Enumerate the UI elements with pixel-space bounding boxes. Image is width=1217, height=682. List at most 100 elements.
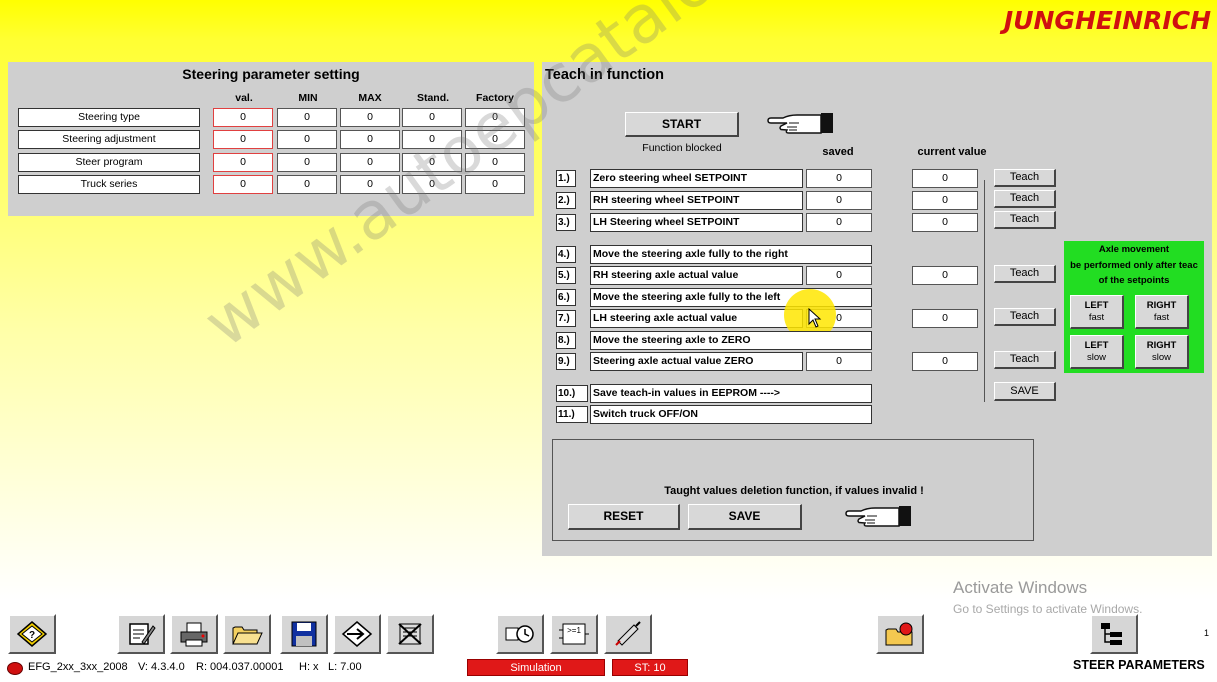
step-number: 7.)	[556, 310, 576, 327]
saved-value: 0	[806, 169, 872, 188]
deletion-box: Taught values deletion function, if valu…	[552, 439, 1034, 541]
save-button[interactable]: SAVE	[688, 504, 802, 530]
truck-series-factory: 0	[465, 175, 525, 194]
print-button[interactable]	[170, 614, 218, 654]
step-number: 6.)	[556, 289, 576, 306]
row-label-truck-series: Truck series	[18, 175, 200, 194]
status-h: H: x	[299, 661, 319, 673]
steer-program-factory: 0	[465, 153, 525, 172]
teach-button[interactable]: Teach	[994, 190, 1056, 208]
teach-panel-title: Teach in function	[545, 67, 664, 83]
col-header-max: MAX	[358, 92, 382, 104]
teach-button[interactable]: Teach	[994, 211, 1056, 229]
clock-button[interactable]	[496, 614, 544, 654]
step-text: RH steering axle actual value	[590, 266, 803, 285]
navigate-icon	[341, 621, 373, 647]
simulation-badge: Simulation	[467, 659, 605, 676]
folder-error-button[interactable]	[876, 614, 924, 654]
steer-program-min: 0	[277, 153, 337, 172]
left-fast-label: LEFT	[1084, 300, 1109, 311]
right-slow-label: RIGHT	[1146, 340, 1177, 351]
step-text: RH steering wheel SETPOINT	[590, 191, 803, 210]
reset-button[interactable]: RESET	[568, 504, 680, 530]
teach-button[interactable]: Teach	[994, 308, 1056, 326]
deletion-text: Taught values deletion function, if valu…	[664, 485, 924, 497]
step-number: 4.)	[556, 246, 576, 263]
steering-parameter-panel: Steering parameter setting val. MIN MAX …	[8, 62, 534, 216]
col-header-min: MIN	[298, 92, 318, 104]
save-eeprom-button[interactable]: SAVE	[994, 382, 1056, 401]
status-version: V: 4.3.4.0	[138, 661, 185, 673]
step-number: 2.)	[556, 192, 576, 209]
axle-note-line2: be performed only after teac	[1070, 260, 1198, 271]
delete-button[interactable]	[386, 614, 434, 654]
steering-adjustment-min: 0	[277, 130, 337, 149]
step-number: 3.)	[556, 214, 576, 231]
step-number: 1.)	[556, 170, 576, 187]
steering-adjustment-factory: 0	[465, 130, 525, 149]
probe-icon	[615, 621, 641, 646]
status-revision: R: 004.037.00001	[196, 661, 284, 673]
function-status-text: Function blocked	[642, 142, 722, 154]
right-slow-sub: slow	[1151, 352, 1171, 363]
right-fast-button[interactable]: RIGHT fast	[1135, 295, 1189, 329]
truck-series-val[interactable]: 0	[213, 175, 273, 194]
steering-type-val[interactable]: 0	[213, 108, 273, 127]
start-button[interactable]: START	[625, 112, 739, 137]
svg-text:?: ?	[29, 630, 35, 641]
steering-type-factory: 0	[465, 108, 525, 127]
step-number: 8.)	[556, 332, 576, 349]
pointing-hand-icon	[845, 502, 913, 530]
truck-series-stand: 0	[402, 175, 462, 194]
current-value: 0	[912, 169, 978, 188]
step-text: LH steering axle actual value	[590, 309, 803, 328]
st-badge: ST: 10	[612, 659, 688, 676]
help-icon: ?	[16, 621, 48, 647]
navigate-button[interactable]	[333, 614, 381, 654]
steering-type-max: 0	[340, 108, 400, 127]
left-fast-button[interactable]: LEFT fast	[1070, 295, 1124, 329]
step-text: Move the steering axle fully to the righ…	[590, 245, 872, 264]
step-text: LH Steering wheel SETPOINT	[590, 213, 803, 232]
row-label-steer-program: Steer program	[18, 153, 200, 172]
saved-value: 0	[806, 266, 872, 285]
step-text: Zero steering wheel SETPOINT	[590, 169, 803, 188]
step-number: 9.)	[556, 353, 576, 370]
teach-button[interactable]: Teach	[994, 265, 1056, 283]
program-icon: >=1	[559, 623, 589, 645]
edit-button[interactable]	[117, 614, 165, 654]
teach-in-panel: Teach in function START Function blocked…	[542, 62, 1212, 556]
step-number: 10.)	[556, 385, 588, 402]
print-icon	[180, 622, 208, 647]
teach-button[interactable]: Teach	[994, 351, 1056, 369]
left-slow-button[interactable]: LEFT slow	[1070, 335, 1124, 369]
save-disk-button[interactable]	[280, 614, 328, 654]
axle-movement-box: Axle movement be performed only after te…	[1064, 241, 1204, 373]
current-value: 0	[912, 266, 978, 285]
program-button[interactable]: >=1	[550, 614, 598, 654]
steer-program-max: 0	[340, 153, 400, 172]
current-value-header: current value	[917, 146, 987, 158]
current-value: 0	[912, 213, 978, 232]
status-l: L: 7.00	[328, 661, 362, 673]
col-header-factory: Factory	[476, 92, 514, 104]
folder-error-icon	[885, 622, 913, 646]
probe-button[interactable]	[604, 614, 652, 654]
open-folder-button[interactable]	[223, 614, 271, 654]
tree-icon	[1101, 623, 1122, 645]
right-slow-button[interactable]: RIGHT slow	[1135, 335, 1189, 369]
mouse-cursor-icon	[808, 307, 822, 331]
status-file: EFG_2xx_3xx_2008	[28, 661, 128, 673]
teach-button[interactable]: Teach	[994, 169, 1056, 187]
divider-line	[984, 180, 985, 402]
tree-button[interactable]	[1090, 614, 1138, 654]
current-value: 0	[912, 309, 978, 328]
open-folder-icon	[232, 626, 263, 645]
steering-adjustment-val[interactable]: 0	[213, 130, 273, 149]
step-number: 11.)	[556, 406, 588, 423]
left-slow-label: LEFT	[1084, 340, 1109, 351]
steer-program-val[interactable]: 0	[213, 153, 273, 172]
left-fast-sub: fast	[1088, 312, 1105, 323]
saved-header: saved	[822, 146, 854, 158]
help-button[interactable]: ?	[8, 614, 56, 654]
